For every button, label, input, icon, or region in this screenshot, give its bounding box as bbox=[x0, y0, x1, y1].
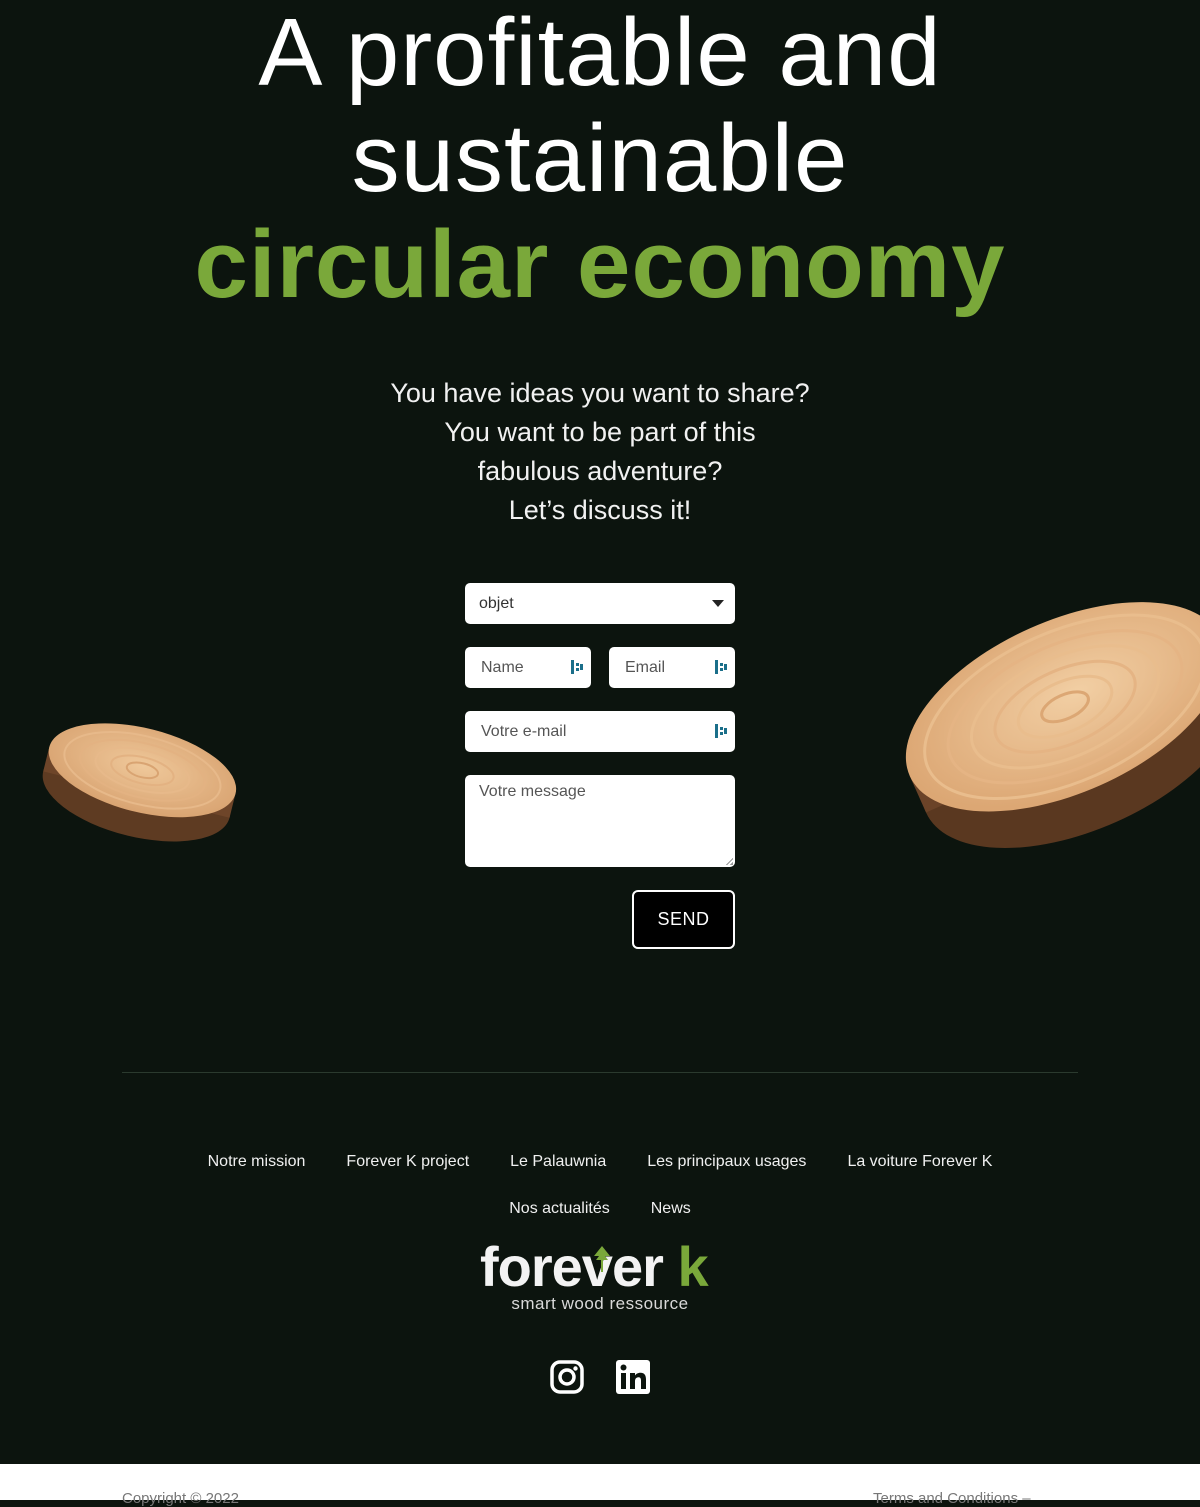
email-placeholder: Email bbox=[625, 659, 666, 676]
footer-link-principaux-usages[interactable]: Les principaux usages bbox=[647, 1153, 806, 1171]
chevron-down-icon bbox=[712, 600, 724, 607]
subject-select[interactable]: objet bbox=[465, 583, 735, 624]
message-placeholder: Votre message bbox=[479, 783, 586, 800]
intro-line: You have ideas you want to share? bbox=[390, 378, 810, 408]
name-field[interactable]: Name bbox=[465, 647, 591, 688]
headline-accent: circular economy bbox=[194, 211, 1006, 318]
footer-link-notre-mission[interactable]: Notre mission bbox=[208, 1153, 306, 1171]
name-placeholder: Name bbox=[481, 659, 524, 676]
email-field[interactable]: Email bbox=[609, 647, 735, 688]
intro-text: You have ideas you want to share? You wa… bbox=[300, 374, 900, 530]
subject-select-value: objet bbox=[479, 595, 514, 612]
resize-handle-icon[interactable] bbox=[725, 857, 733, 865]
send-button[interactable]: SEND bbox=[632, 890, 735, 949]
page-title: A profitable and sustainable circular ec… bbox=[0, 0, 1200, 318]
headline-line-1: A profitable and bbox=[258, 0, 942, 106]
autofill-key-icon[interactable] bbox=[715, 723, 727, 739]
footer-nav: Notre mission Forever K project Le Palau… bbox=[0, 1138, 1200, 1232]
footer-nav-row: Notre mission Forever K project Le Palau… bbox=[0, 1138, 1200, 1185]
footer-link-voiture-forever-k[interactable]: La voiture Forever K bbox=[847, 1153, 992, 1171]
message-textarea[interactable]: Votre message bbox=[465, 775, 735, 867]
terms-link[interactable]: Terms and Conditions – bbox=[873, 1490, 1031, 1507]
tree-arrow-icon bbox=[594, 1246, 610, 1272]
hero-section: A profitable and sustainable circular ec… bbox=[0, 0, 1200, 1072]
footer-link-nos-actualites[interactable]: Nos actualités bbox=[509, 1200, 610, 1218]
footer-link-forever-k-project[interactable]: Forever K project bbox=[346, 1153, 469, 1171]
footer-divider bbox=[122, 1072, 1078, 1073]
instagram-icon[interactable] bbox=[550, 1360, 584, 1394]
wood-slice-right-image bbox=[905, 602, 1200, 848]
footer-link-le-palauwnia[interactable]: Le Palauwnia bbox=[510, 1153, 606, 1171]
logo-word: forever bbox=[480, 1235, 664, 1298]
intro-line: Let’s discuss it! bbox=[508, 495, 692, 525]
email-secondary-field[interactable]: Votre e-mail bbox=[465, 711, 735, 752]
headline-line-2: sustainable bbox=[351, 105, 849, 212]
logo-k: k bbox=[677, 1235, 708, 1298]
copyright-text: Copyright © 2022 bbox=[122, 1490, 239, 1507]
footer-nav-row: Nos actualités News bbox=[0, 1185, 1200, 1232]
bottom-bar: Copyright © 2022 Terms and Conditions – bbox=[0, 1464, 1200, 1507]
wood-slice-left-image bbox=[42, 723, 237, 842]
logo-tagline: smart wood ressource bbox=[511, 1294, 689, 1313]
intro-line: You want to be part of this bbox=[444, 417, 756, 447]
intro-line: fabulous adventure? bbox=[477, 456, 723, 486]
linkedin-icon[interactable] bbox=[616, 1360, 650, 1394]
footer-link-news[interactable]: News bbox=[651, 1200, 691, 1218]
email-secondary-placeholder: Votre e-mail bbox=[481, 723, 567, 740]
autofill-key-icon[interactable] bbox=[715, 659, 727, 675]
forever-k-logo[interactable]: forever k smart wood ressource bbox=[480, 1235, 720, 1316]
autofill-key-icon[interactable] bbox=[571, 659, 583, 675]
